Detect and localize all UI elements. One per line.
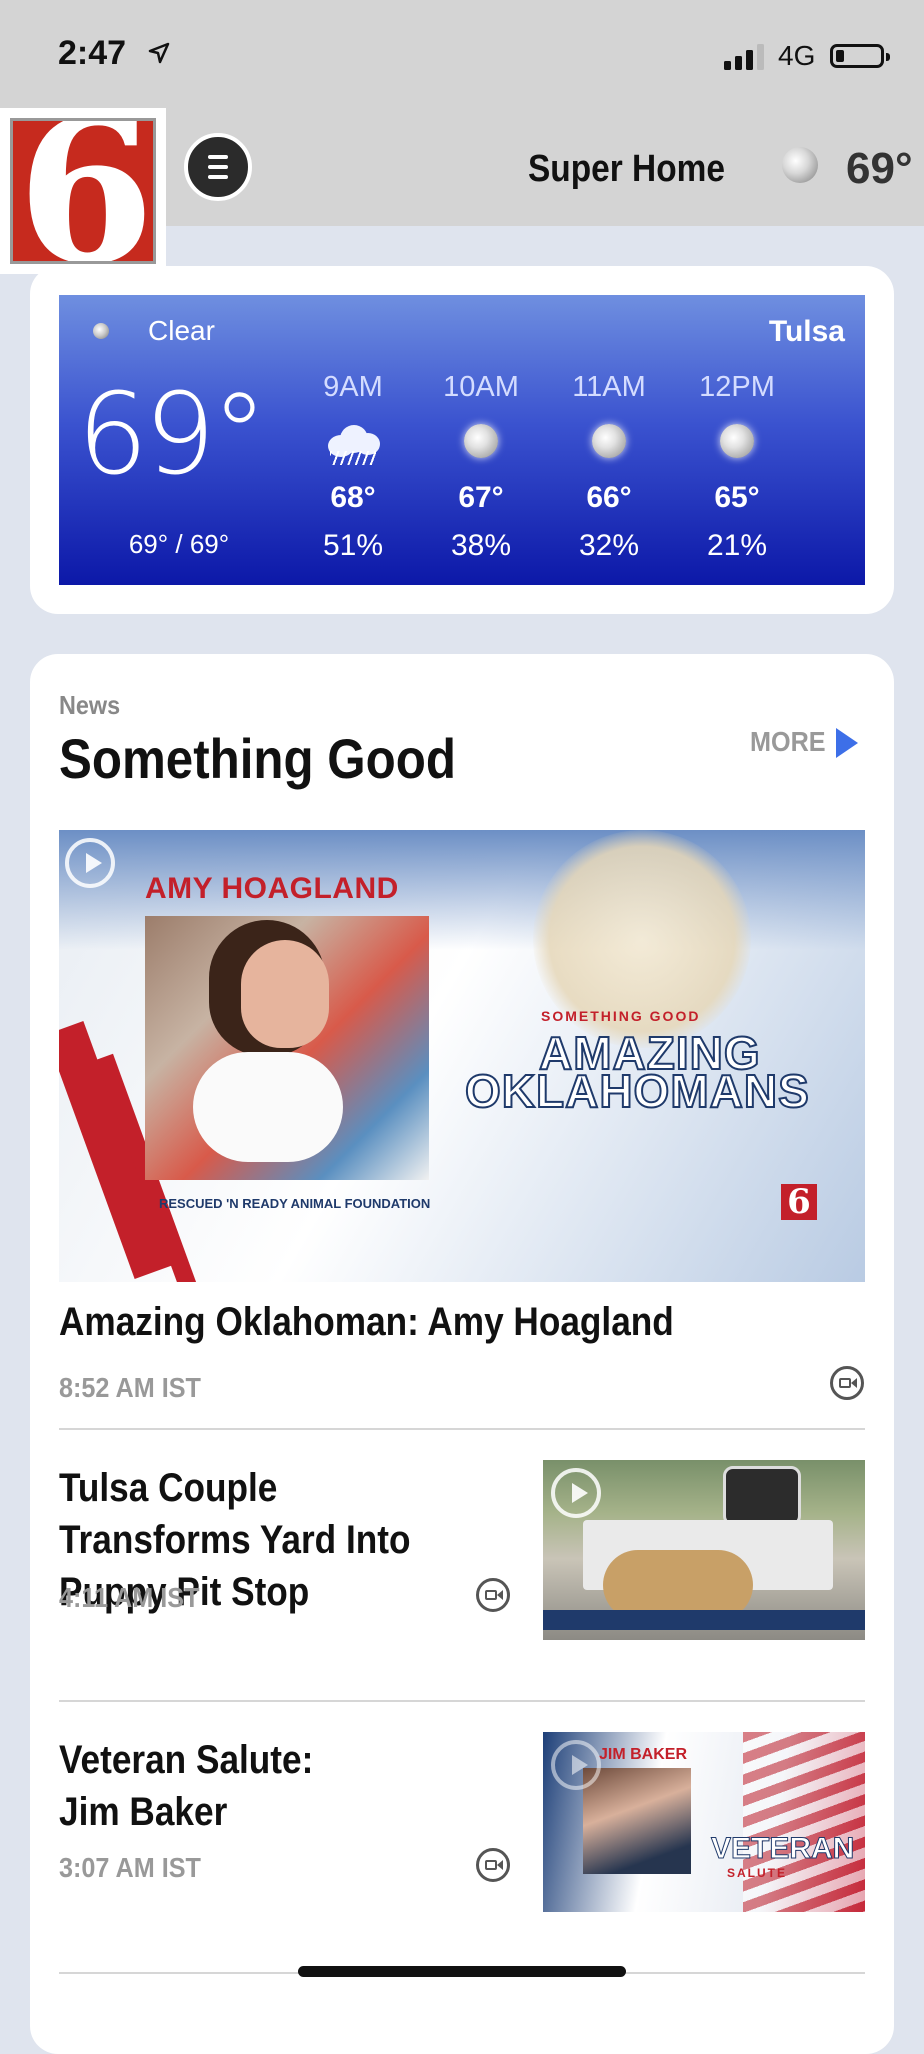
- menu-button[interactable]: [184, 133, 252, 201]
- thumb-subheadline: SALUTE: [727, 1866, 787, 1880]
- battery-icon: [830, 44, 890, 68]
- image-caption-org: RESCUED 'N READY ANIMAL FOUNDATION: [159, 1196, 431, 1211]
- video-camera-icon: [476, 1578, 510, 1612]
- featured-article-time: 8:52 AM IST: [59, 1372, 201, 1403]
- article-time: 4:11 AM IST: [59, 1582, 200, 1613]
- play-icon[interactable]: [65, 838, 115, 888]
- section-label: News: [59, 690, 121, 720]
- hour-temperature: 68°: [330, 481, 376, 514]
- article-thumbnail[interactable]: JIM BAKER VETERAN SALUTE: [543, 1732, 865, 1912]
- station-bug: 6: [781, 1184, 817, 1220]
- image-headline-2: OKLAHOMANS: [464, 1064, 810, 1118]
- hour-label: 12PM: [699, 371, 775, 403]
- hour-precip: 21%: [706, 529, 768, 562]
- video-camera-icon: [476, 1848, 510, 1882]
- hour-temperature: 65°: [714, 481, 760, 514]
- divider: [59, 1428, 865, 1430]
- rain-cloud-icon: [328, 421, 380, 465]
- featured-video-thumbnail[interactable]: AMY HOAGLAND RESCUED 'N READY ANIMAL FOU…: [59, 830, 865, 1282]
- featured-article-title[interactable]: Amazing Oklahoman: Amy Hoagland: [59, 1300, 674, 1345]
- article-thumbnail[interactable]: [543, 1460, 865, 1640]
- hour-precip: 32%: [578, 529, 640, 562]
- station-logo[interactable]: 6: [0, 108, 166, 274]
- article-title[interactable]: Veteran Salute: Jim Baker: [59, 1734, 323, 1838]
- status-bar: 2:47 4G: [0, 0, 924, 112]
- hour-temperature: 66°: [586, 481, 632, 514]
- video-camera-icon: [830, 1366, 864, 1400]
- more-link[interactable]: MORE: [750, 726, 826, 758]
- high-low-temperature: 69° / 69°: [128, 529, 230, 559]
- thumb-headline: VETERAN: [710, 1832, 855, 1866]
- header-title[interactable]: Super Home: [528, 148, 725, 191]
- weather-card[interactable]: Clear Tulsa 69° 69° / 69° 9AM 68° 51% 10…: [30, 266, 894, 614]
- status-time: 2:47: [58, 34, 127, 72]
- hour-precip: 51%: [322, 529, 384, 562]
- moon-icon: [782, 147, 818, 183]
- divider: [59, 1700, 865, 1702]
- section-title[interactable]: Something Good: [59, 726, 456, 791]
- menu-icon: [208, 155, 228, 159]
- play-icon[interactable]: [551, 1740, 601, 1790]
- home-indicator[interactable]: [298, 1966, 626, 1977]
- play-icon[interactable]: [551, 1468, 601, 1518]
- featured-photo: [145, 916, 429, 1180]
- moon-icon: [589, 421, 629, 461]
- moon-icon: [717, 421, 757, 461]
- hour-label: 9AM: [323, 371, 383, 403]
- location-arrow-icon: [148, 42, 170, 64]
- hour-precip: 38%: [450, 529, 512, 562]
- current-temperature: 69°: [77, 370, 268, 500]
- image-tag: SOMETHING GOOD: [541, 1008, 701, 1024]
- header-temperature[interactable]: 69°: [846, 144, 913, 194]
- play-arrow-icon[interactable]: [836, 728, 858, 758]
- weather-city: Tulsa: [768, 315, 845, 348]
- logo-six: 6: [17, 118, 155, 264]
- cellular-signal-icon: [724, 44, 764, 70]
- article-time: 3:07 AM IST: [59, 1852, 201, 1883]
- thumb-caption: JIM BAKER: [599, 1746, 688, 1763]
- weather-condition: Clear: [148, 315, 215, 346]
- hour-temperature: 67°: [458, 481, 504, 514]
- network-type: 4G: [778, 40, 816, 71]
- moon-icon: [461, 421, 501, 461]
- news-card: News Something Good MORE AMY HOAGLAND RE…: [30, 654, 894, 2054]
- hour-label: 11AM: [572, 371, 646, 403]
- image-caption-name: AMY HOAGLAND: [145, 872, 399, 905]
- moon-icon: [93, 323, 109, 339]
- hour-label: 10AM: [443, 371, 519, 403]
- weather-panel[interactable]: Clear Tulsa 69° 69° / 69° 9AM 68° 51% 10…: [59, 295, 865, 585]
